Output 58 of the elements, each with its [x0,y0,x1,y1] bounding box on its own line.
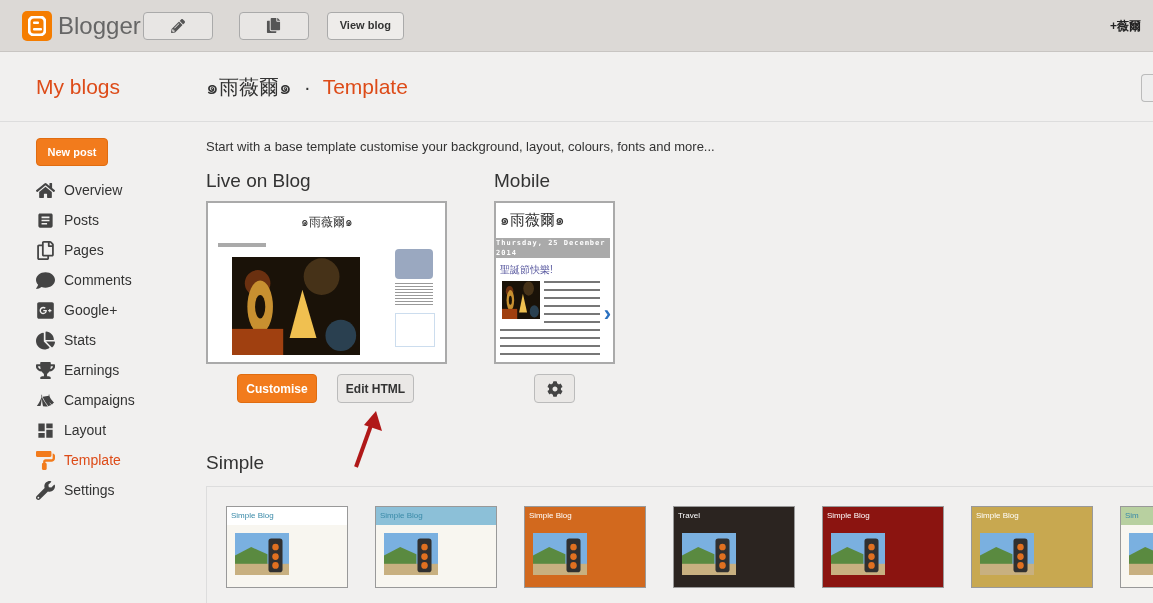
template-title: Simple Blog [827,509,870,522]
wrench-icon [36,480,55,500]
trophy-icon [36,360,55,380]
template-thumbnail[interactable]: Travel [673,505,795,588]
logo-text: Blogger [58,10,141,41]
settings-button[interactable] [534,374,575,403]
live-preview[interactable]: ๑雨薇爾๑ [206,201,447,364]
intro-text: Start with a base template customise your background, layout, colours, fonts and more... [206,138,716,156]
google-plus-icon [36,300,55,320]
my-blogs-link[interactable]: My blogs [36,70,206,103]
text-lines-drawing [218,243,266,247]
next-arrow[interactable]: › [603,303,611,325]
sidebar-item[interactable]: Template [36,445,200,475]
sidebar-item[interactable]: Posts [36,205,200,235]
pencil-icon [170,18,185,33]
separator: · [304,74,311,100]
section-heading: Simple [206,451,266,475]
sidebar-item[interactable]: Settings [36,475,200,505]
sidebar-item[interactable]: Earnings [36,355,200,385]
layout-icon [36,420,55,440]
pages-button[interactable] [238,11,309,40]
template-title: Simple Blog [976,509,1019,522]
post-title: 聖誕節快樂! [500,262,554,277]
template-title: Simple Blog [231,509,274,522]
template-thumbnail[interactable]: Simple Blog [226,505,348,588]
settings-icon [546,380,563,397]
document-icon [36,210,55,230]
template-thumbnail[interactable]: Simple Blog [822,505,944,588]
preview-blog-title: ๑雨薇爾๑ [500,210,566,231]
new-post-button[interactable] [142,11,213,40]
section-heading: Live on Blog [206,168,312,193]
sidebar-item[interactable]: Google+ [36,295,200,325]
pie-chart-icon [36,330,55,350]
widget-frame [395,313,435,347]
sidebar-item[interactable]: Comments [36,265,200,295]
template-title: Simple Blog [380,509,423,522]
blog-name: ๑雨薇爾๑ [206,74,292,100]
edit-html-button[interactable]: Edit HTML [337,374,414,403]
sidebar-item[interactable]: Overview [36,175,200,205]
pages-icon [36,240,55,260]
view-blog-button[interactable]: View blog [326,11,404,40]
sidebar-item[interactable]: Campaigns [36,385,200,415]
sidebar-item[interactable]: Stats [36,325,200,355]
template-title: Travel [678,509,700,522]
preview-blog-title: ๑雨薇爾๑ [300,214,353,231]
page-title: Template [322,73,408,100]
speech-bubble-icon [36,270,55,290]
pages-icon [266,18,282,33]
paint-roller-icon [36,450,55,470]
user-name[interactable]: +薇爾 [1110,16,1141,35]
section-heading: Mobile [494,168,551,193]
home-icon [36,180,55,200]
blogger-logo-icon [22,10,52,41]
sidebar-item[interactable]: Layout [36,415,200,445]
template-thumbnail[interactable]: Simple Blog [524,505,646,588]
sidebar-item[interactable]: Pages [36,235,200,265]
template-title: Simple Blog [529,509,572,522]
template-title: Sim [1125,509,1139,522]
